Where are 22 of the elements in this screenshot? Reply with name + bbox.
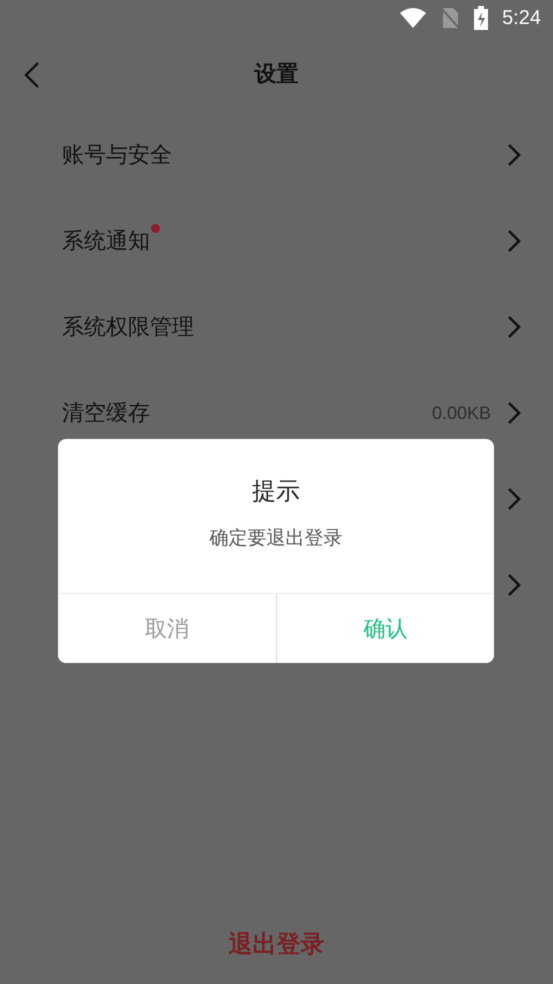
chevron-right-icon xyxy=(507,401,521,425)
back-icon[interactable] xyxy=(24,62,40,88)
page-title: 设置 xyxy=(254,61,298,89)
dialog-message: 确定要退出登录 xyxy=(210,526,342,551)
battery-icon xyxy=(474,6,488,30)
sim-card-icon xyxy=(440,7,460,29)
confirm-button[interactable]: 确认 xyxy=(276,594,494,663)
setting-label[interactable]: 系统通知 xyxy=(62,226,160,256)
logout-button[interactable]: 退出登录 xyxy=(220,924,332,964)
dialog-title: 提示 xyxy=(252,476,300,507)
status-time: 5:24 xyxy=(502,6,541,30)
wifi-icon xyxy=(400,8,426,28)
chevron-right-icon xyxy=(507,229,521,253)
cache-size: 0.00KB xyxy=(432,402,491,424)
setting-label[interactable]: 系统权限管理 xyxy=(62,312,194,342)
notification-dot xyxy=(151,224,160,233)
chevron-right-icon xyxy=(507,315,521,339)
setting-label[interactable]: 账号与安全 xyxy=(62,140,172,170)
chevron-right-icon xyxy=(507,573,521,597)
chevron-right-icon xyxy=(507,487,521,511)
setting-label[interactable]: 清空缓存 xyxy=(62,398,150,428)
chevron-right-icon xyxy=(507,143,521,167)
